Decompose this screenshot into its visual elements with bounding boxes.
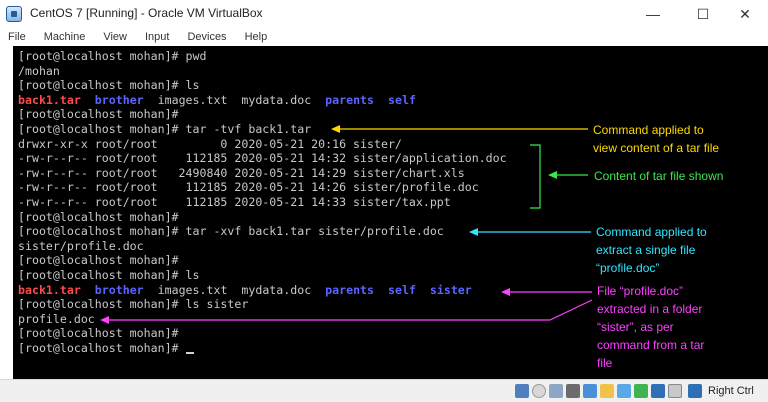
menu-view[interactable]: View (103, 31, 127, 43)
menu-input[interactable]: Input (145, 31, 169, 43)
virtualbox-icon (6, 6, 22, 22)
terminal-text: /mohan (18, 63, 60, 78)
directory-name: self (388, 282, 416, 297)
terminal-text: [root@localhost mohan]# ls (18, 268, 200, 282)
menu-bar: File Machine View Input Devices Help (0, 28, 768, 46)
terminal-line: [root@localhost mohan]# (18, 210, 179, 224)
annotation-line: file (597, 356, 613, 370)
annotation-line: Command applied to (593, 123, 704, 137)
terminal-text: sister/profile.doc (18, 238, 144, 253)
keyboard-icon[interactable] (688, 384, 702, 398)
terminal-text: drwxr-xr-x root/root 0 2020-05-21 20:16 … (18, 136, 402, 151)
terminal-line: [root@localhost mohan]# (18, 107, 179, 121)
terminal-text: [root@localhost mohan]# pwd (18, 49, 207, 63)
terminal-text: [root@localhost mohan]# ls (18, 78, 200, 93)
terminal-text: profile.doc (18, 311, 95, 326)
status-bar: Right Ctrl (0, 379, 768, 402)
terminal-text: [root@localhost mohan]# ls sister (18, 297, 249, 312)
terminal-line: [root@localhost mohan]# ls sister (18, 297, 248, 311)
host-key-label: Right Ctrl (708, 385, 754, 397)
terminal-text: [root@localhost mohan]# tar -xvf back1.t… (18, 224, 444, 239)
terminal-line: drwxr-xr-x root/root 0 2020-05-21 20:16 … (18, 137, 402, 151)
window-title: CentOS 7 [Running] - Oracle VM VirtualBo… (30, 6, 263, 20)
terminal-line: [root@localhost mohan]# ls (18, 78, 199, 92)
terminal-text: -rw-r--r-- root/root 112185 2020-05-21 1… (18, 195, 451, 209)
minimize-button[interactable]: — (630, 0, 676, 28)
text-cursor (185, 352, 194, 354)
directory-name: brother (94, 282, 144, 297)
archive-filename: back1.tar (18, 282, 81, 297)
directory-name: sister (429, 282, 472, 297)
optical-drive-icon[interactable] (515, 384, 529, 398)
terminal-text: images.txt mydata.doc (143, 92, 326, 107)
annotation-line: “profile.doc” (596, 261, 660, 275)
terminal-text: -rw-r--r-- root/root 112185 2020-05-21 1… (18, 180, 479, 195)
usb-icon[interactable] (566, 384, 580, 398)
window-titlebar: CentOS 7 [Running] - Oracle VM VirtualBo… (0, 0, 768, 28)
terminal-text: [root@localhost mohan]# (18, 326, 179, 341)
maximize-button[interactable]: ☐ (680, 0, 726, 28)
terminal-text: [root@localhost mohan]# (18, 209, 179, 224)
video-capture-icon[interactable] (617, 384, 631, 398)
annotation-line: Command applied to (596, 225, 707, 239)
cpu-icon[interactable] (651, 384, 665, 398)
annotation-line: File “profile.doc” (597, 284, 684, 298)
annotation-line: view content of a tar file (593, 141, 720, 155)
terminal-text: images.txt mydata.doc (143, 282, 326, 297)
terminal-line: -rw-r--r-- root/root 112185 2020-05-21 1… (18, 151, 507, 165)
annotation-line: Content of tar file shown (594, 169, 724, 183)
menu-help[interactable]: Help (245, 31, 268, 43)
terminal-line: sister/profile.doc (18, 239, 144, 253)
audio-icon[interactable] (532, 384, 546, 398)
terminal-text: [root@localhost mohan]# tar -tvf back1.t… (18, 122, 312, 136)
menu-file[interactable]: File (8, 31, 26, 43)
annotation-line: extracted in a folder (597, 302, 703, 316)
terminal-line: [root@localhost mohan]# tar -xvf back1.t… (18, 224, 444, 238)
terminal-text: [root@localhost mohan]# (18, 341, 186, 355)
annotation-line: command from a tar (597, 338, 705, 352)
annotation-view-command: Command applied to view content of a tar… (593, 121, 719, 157)
terminal-line: [root@localhost mohan]# pwd (18, 49, 206, 63)
close-button[interactable]: ✕ (722, 0, 768, 28)
network-icon[interactable] (549, 384, 563, 398)
annotation-content-shown: Content of tar file shown (594, 167, 723, 185)
terminal-line: [root@localhost mohan]# (18, 253, 179, 267)
terminal-line: -rw-r--r-- root/root 112185 2020-05-21 1… (18, 180, 479, 194)
archive-filename: back1.tar (18, 92, 81, 107)
terminal-text: -rw-r--r-- root/root 112185 2020-05-21 1… (18, 151, 507, 166)
directory-name: self (388, 92, 416, 107)
terminal-line: [root@localhost mohan]# tar -tvf back1.t… (18, 122, 311, 136)
mouse-integration-icon[interactable] (668, 384, 682, 398)
annotation-extracted-file: File “profile.doc” extracted in a folder… (597, 282, 704, 372)
terminal-line: -rw-r--r-- root/root 112185 2020-05-21 1… (18, 195, 451, 209)
terminal-line: [root@localhost mohan]# ls (18, 268, 199, 282)
shared-folders-icon[interactable] (583, 384, 597, 398)
terminal-line: [root@localhost mohan]# (18, 341, 194, 355)
terminal-line: back1.tar brother images.txt mydata.doc … (18, 283, 472, 297)
terminal-text: [root@localhost mohan]# (18, 107, 179, 122)
directory-name: parents (325, 282, 375, 297)
terminal-text: -rw-r--r-- root/root 2490840 2020-05-21 … (18, 165, 465, 180)
directory-name: parents (325, 92, 375, 107)
menu-machine[interactable]: Machine (44, 31, 86, 43)
annotation-extract-command: Command applied to extract a single file… (596, 223, 707, 277)
display-icon[interactable] (600, 384, 614, 398)
terminal-line: back1.tar brother images.txt mydata.doc … (18, 93, 416, 107)
terminal-line: /mohan (18, 64, 60, 78)
terminal-text: [root@localhost mohan]# (18, 253, 179, 268)
terminal-line: -rw-r--r-- root/root 2490840 2020-05-21 … (18, 166, 465, 180)
terminal-line: [root@localhost mohan]# (18, 326, 179, 340)
directory-name: brother (94, 92, 144, 107)
vm-icon[interactable] (634, 384, 648, 398)
annotation-line: extract a single file (596, 243, 696, 257)
annotation-line: “sister”, as per (597, 320, 674, 334)
terminal-line: profile.doc (18, 312, 95, 326)
menu-devices[interactable]: Devices (187, 31, 226, 43)
